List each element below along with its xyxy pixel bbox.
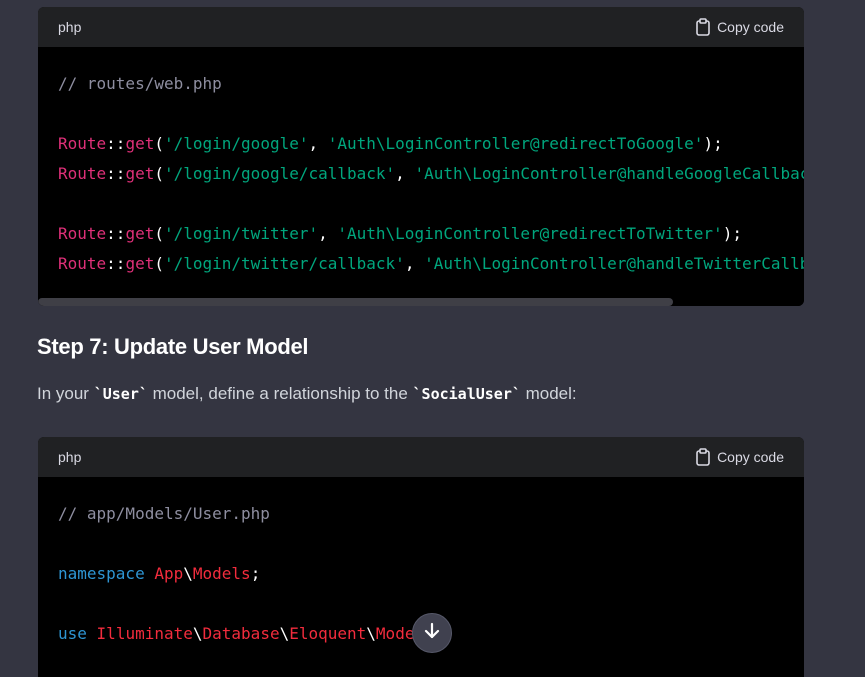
paragraph-text-end: model: [520,384,577,403]
code-token: get [125,164,155,183]
code-line: Route::get('/login/twitter', 'Auth\Login… [58,219,784,249]
copy-code-button[interactable]: Copy code [695,448,784,466]
code-token: Database [202,624,280,643]
code-line: Route::get('/login/twitter/callback', 'A… [58,249,804,279]
code-block-header: php Copy code [38,7,804,47]
code-token: Route [58,254,107,273]
code-token: '/login/twitter' [163,224,319,243]
instruction-paragraph: In your `User` model, define a relations… [37,384,577,404]
code-token: ); [722,224,742,243]
code-token: ); [703,134,723,153]
code-token: \ [183,564,193,583]
paragraph-text-middle: model, define a relationship to the [147,384,413,403]
code-token: Eloquent [289,624,367,643]
code-line: namespace App\Models; [58,559,784,589]
code-token: get [125,224,155,243]
code-token: :: [106,224,126,243]
code-token: get [125,254,155,273]
code-token: // app/Models/User.php [58,504,270,523]
section-heading: Step 7: Update User Model [37,334,309,359]
code-token: , [404,254,425,273]
arrow-down-icon [424,622,440,645]
clipboard-icon [695,18,711,36]
inline-code-user: `User` [93,385,148,403]
code-language-label: php [58,19,82,35]
code-token: , [395,164,415,183]
code-token: , [318,224,338,243]
code-language-label: php [58,449,82,465]
clipboard-icon [695,448,711,466]
code-line: // app/Models/User.php [58,499,784,529]
code-token: Route [58,224,107,243]
code-token: '/login/google' [163,134,309,153]
code-token: ( [154,224,164,243]
code-token: 'Auth\LoginController@handleGoogleCallba… [414,164,804,183]
code-token: \ [192,624,203,643]
scroll-to-bottom-button[interactable] [412,613,452,653]
copy-code-label: Copy code [717,449,784,465]
code-token: Illuminate [96,624,193,643]
code-token: ( [154,164,164,183]
code-token: 'Auth\LoginController@redirectToTwitter' [337,224,723,243]
code-line: Route::get('/login/google/callback', 'Au… [58,159,804,189]
code-token: ( [154,254,164,273]
code-block-header: php Copy code [38,437,804,477]
code-token: namespace [58,564,145,583]
code-token: ( [154,134,164,153]
horizontal-scrollbar[interactable] [38,296,804,306]
code-token: // routes/web.php [58,74,222,93]
code-token: use [58,624,87,643]
code-token: :: [106,254,126,273]
code-token: ; [250,564,261,583]
scrollbar-thumb[interactable] [38,298,673,306]
code-content: // routes/web.php Route::get('/login/goo… [38,47,804,306]
code-token: :: [106,164,126,183]
paragraph-text-start: In your [37,384,94,403]
code-block-routes: php Copy code // routes/web.php Route::g… [38,7,804,306]
code-token: Route [58,134,107,153]
code-line: Route::get('/login/google', 'Auth\LoginC… [58,129,784,159]
code-token: Route [58,164,107,183]
code-token: 'Auth\LoginController@handleTwitterCallb… [424,254,804,273]
code-token: :: [106,134,126,153]
inline-code-socialuser: `SocialUser` [412,385,521,403]
code-token: \ [366,624,376,643]
code-token: Models [192,564,251,583]
copy-code-button[interactable]: Copy code [695,18,784,36]
code-token: , [308,134,328,153]
code-token: 'Auth\LoginController@redirectToGoogle' [327,134,704,153]
code-token: '/login/google/callback' [163,164,396,183]
code-token: '/login/twitter/callback' [163,254,405,273]
code-token: \ [279,624,290,643]
copy-code-label: Copy code [717,19,784,35]
code-line: // routes/web.php [58,69,784,99]
code-token: App [154,564,184,583]
code-token: get [125,134,155,153]
